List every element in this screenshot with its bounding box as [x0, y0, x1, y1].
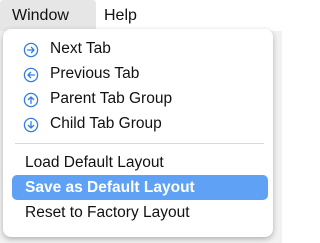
menu-item-label: Parent Tab Group	[50, 90, 173, 107]
arrow-down-circle-icon	[23, 116, 39, 133]
arrow-right-circle-icon	[23, 41, 39, 58]
menu-bar: Window Help	[0, 0, 282, 31]
menu-item-load-default-layout[interactable]: Load Default Layout	[12, 150, 268, 175]
menu-item-label: Child Tab Group	[50, 115, 162, 132]
arrow-up-circle-icon	[23, 91, 39, 108]
menu-item-label: Save as Default Layout	[25, 179, 195, 196]
arrow-left-circle-icon	[23, 66, 39, 83]
menu-help[interactable]: Help	[92, 0, 154, 31]
menu-item-parent-tab-group[interactable]: Parent Tab Group	[12, 86, 268, 111]
menu-item-child-tab-group[interactable]: Child Tab Group	[12, 111, 268, 136]
menu-item-previous-tab[interactable]: Previous Tab	[12, 61, 268, 86]
menu-window[interactable]: Window	[0, 0, 96, 31]
menu-item-reset-to-factory-layout[interactable]: Reset to Factory Layout	[12, 200, 268, 225]
menu-item-label: Next Tab	[50, 40, 111, 57]
menu-item-label: Previous Tab	[50, 65, 140, 82]
menu-item-next-tab[interactable]: Next Tab	[12, 36, 268, 61]
menu-item-label: Load Default Layout	[25, 154, 164, 171]
menu-item-save-as-default-layout[interactable]: Save as Default Layout	[12, 175, 268, 200]
menu-item-label: Reset to Factory Layout	[25, 204, 190, 221]
menu-separator	[15, 143, 264, 144]
window-menu-dropdown: Next Tab Previous Tab Parent Tab Group C…	[3, 29, 273, 237]
